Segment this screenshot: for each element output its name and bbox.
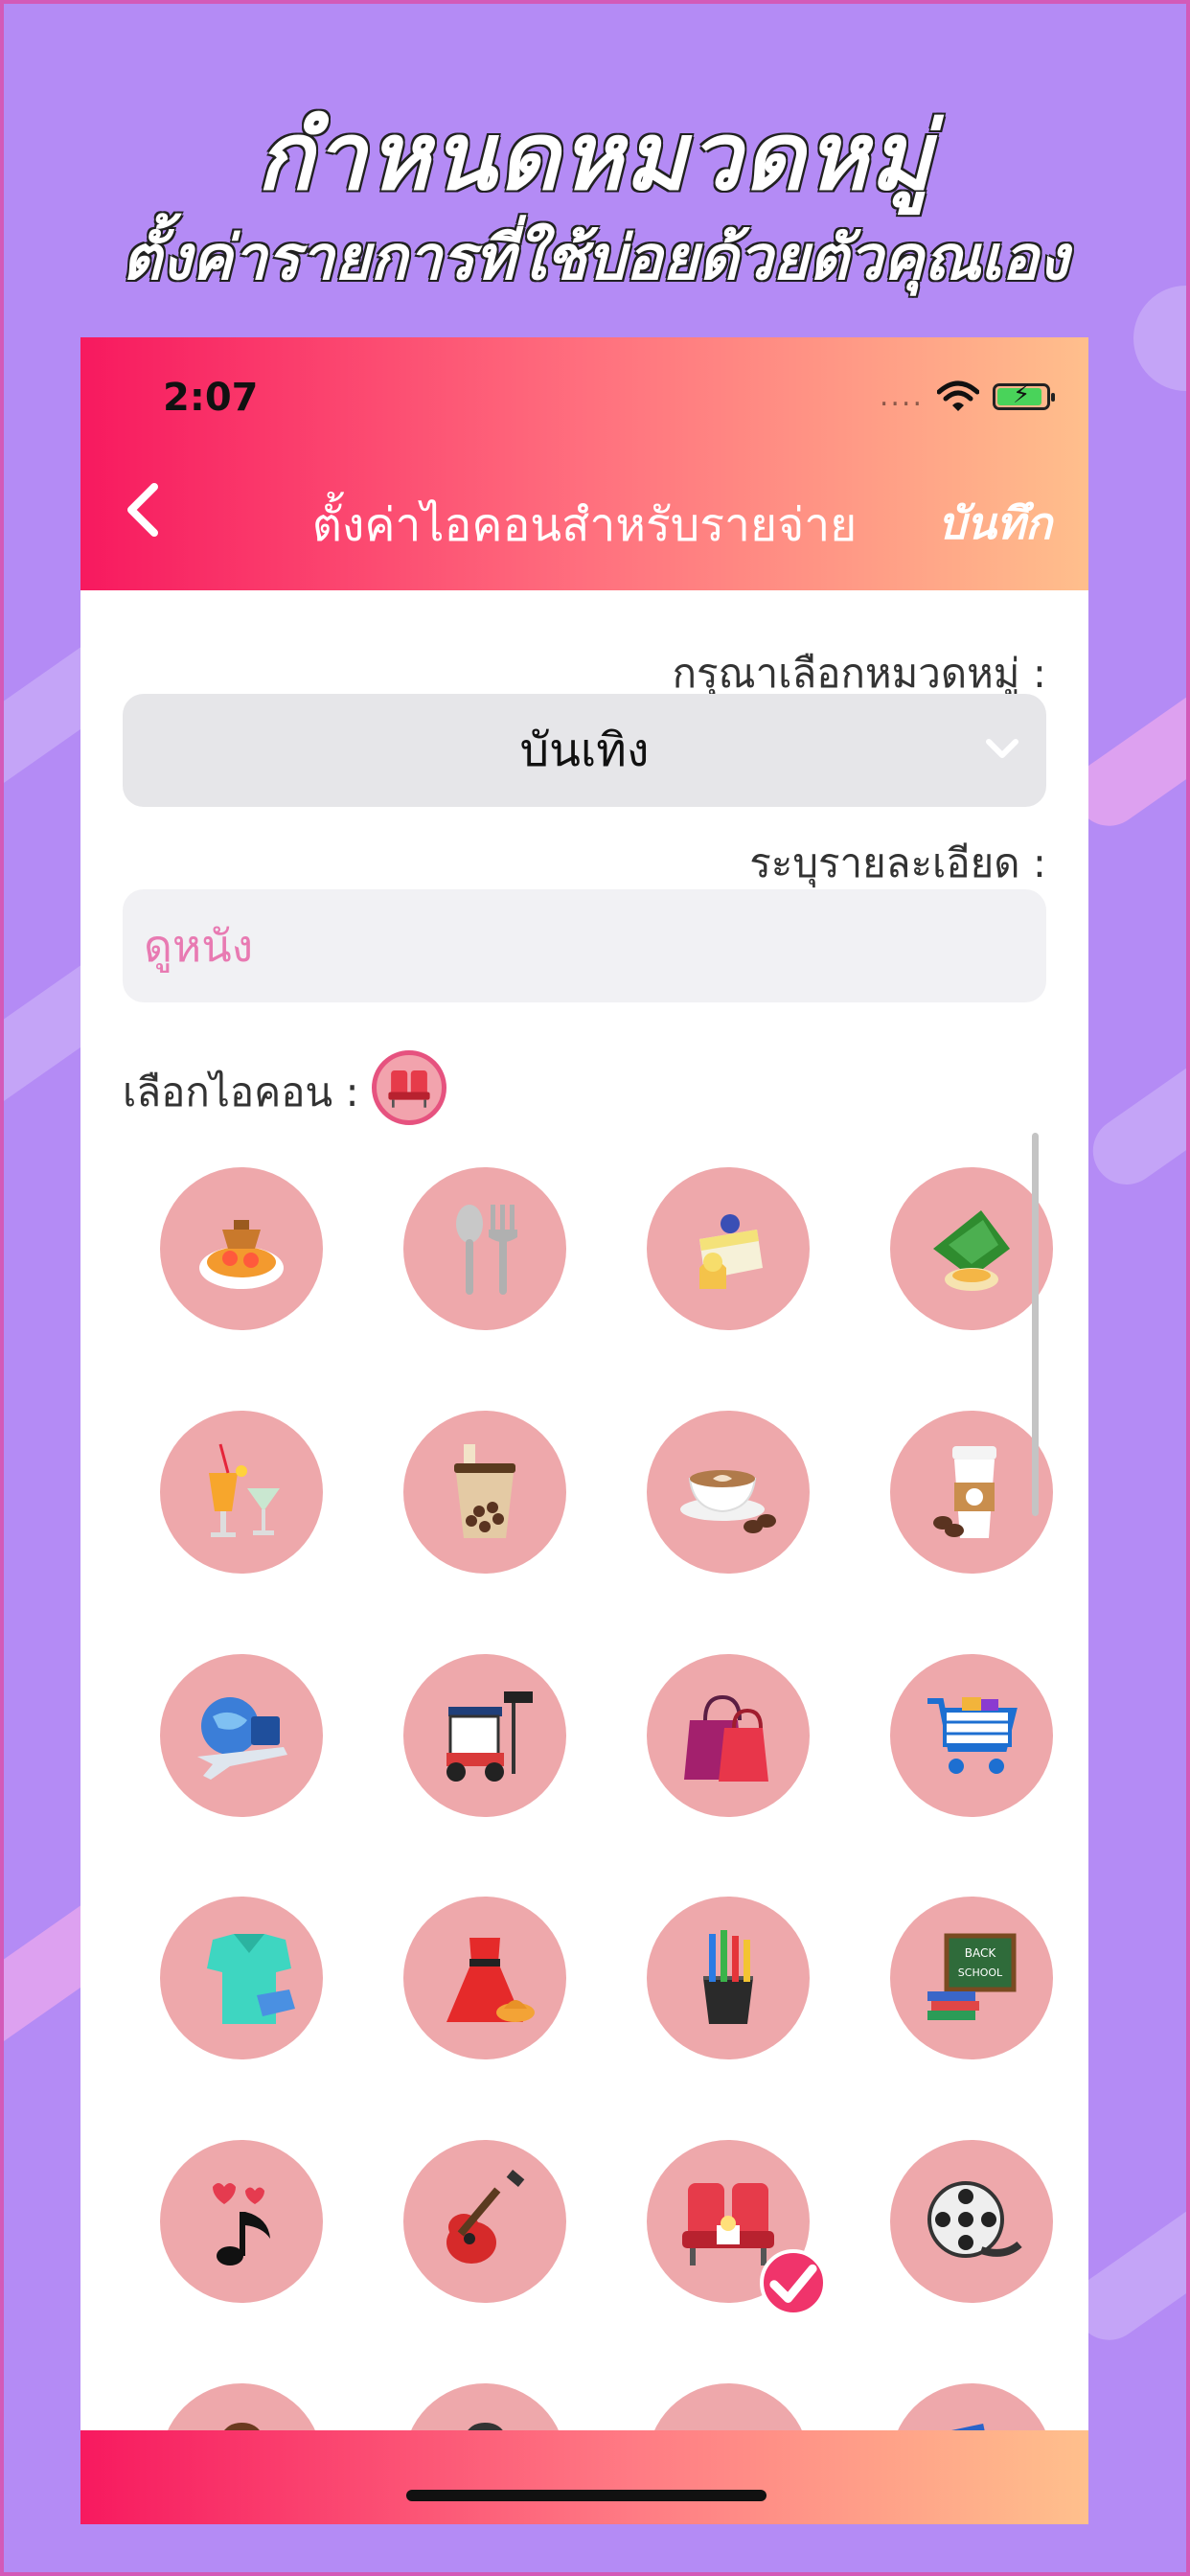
pencil-cup-icon	[703, 1930, 753, 2025]
phone-screen: 2:07 .... ⚡ ตั้งค่าไอคอนสำหรับรายจ่าย บั…	[80, 337, 1088, 2524]
icon-option[interactable]	[647, 1410, 810, 1574]
back-to-school-icon: BACK SCHOOL	[927, 1933, 1017, 2021]
icon-option[interactable]	[160, 1167, 324, 1330]
scrollbar[interactable]	[1032, 1133, 1039, 1516]
detail-input[interactable]: ดูหนัง	[123, 889, 1046, 1002]
checkmark-icon	[760, 2249, 827, 2317]
coffee-cup-icon	[932, 1445, 996, 1538]
latte-icon	[680, 1469, 776, 1533]
icon-option[interactable]	[889, 1167, 1053, 1330]
icon-option[interactable]	[403, 1653, 567, 1817]
category-select[interactable]: บันเทิง	[123, 694, 1046, 807]
selected-icon-preview	[372, 1050, 446, 1125]
thai-dessert-icon	[932, 1210, 1010, 1291]
bottom-bar	[80, 2430, 1088, 2524]
bg-stripe	[1080, 978, 1190, 1198]
icon-option[interactable]	[647, 1653, 810, 1817]
home-indicator[interactable]	[406, 2490, 767, 2501]
promo-subheadline: ตั้งค่ารายการที่ใช้บ่อยด้วยตัวคุณเอง	[121, 223, 1069, 294]
shirt-icon	[207, 1934, 296, 2025]
icon-option[interactable]	[160, 2140, 324, 2304]
status-time: 2:07	[163, 376, 259, 420]
icon-option[interactable]	[647, 1897, 810, 2060]
svg-text:BACK: BACK	[965, 1946, 997, 1960]
tuk-tuk-icon	[446, 1690, 534, 1782]
shopping-cart-icon	[927, 1696, 1018, 1774]
category-value: บันเทิง	[519, 724, 650, 777]
icon-option[interactable]	[889, 1410, 1053, 1574]
icon-option[interactable]	[160, 1653, 324, 1817]
film-reel-icon	[927, 2181, 1022, 2259]
icon-option[interactable]	[403, 1897, 567, 2060]
status-indicators: .... ⚡	[879, 380, 1055, 413]
icon-option[interactable]	[889, 1653, 1053, 1817]
icon-option[interactable]	[403, 1167, 567, 1330]
cake-icon	[699, 1214, 763, 1289]
dress-icon	[446, 1938, 536, 2023]
icon-option[interactable]: BACK SCHOOL	[889, 1897, 1053, 2060]
save-button[interactable]: บันทึก	[938, 489, 1052, 559]
thai-food-icon	[199, 1220, 285, 1289]
bubble-tea-icon	[454, 1443, 516, 1538]
icon-label: เลือกไอคอน :	[123, 1069, 359, 1116]
travel-icon	[197, 1696, 288, 1780]
shopping-bags-icon	[684, 1694, 768, 1782]
wifi-icon	[937, 380, 979, 411]
icon-option[interactable]	[647, 2140, 827, 2317]
cinema-seats-icon	[388, 1070, 430, 1108]
cocktail-icon	[209, 1443, 281, 1537]
icon-option[interactable]	[403, 1410, 567, 1574]
chevron-down-icon	[986, 739, 1018, 758]
spoon-fork-icon	[456, 1205, 518, 1295]
signal-dots-icon: ....	[879, 380, 924, 413]
guitar-icon	[446, 2170, 525, 2265]
battery-icon: ⚡	[993, 382, 1055, 410]
music-note-icon	[213, 2183, 271, 2266]
navigation-bar: 2:07 .... ⚡ ตั้งค่าไอคอนสำหรับรายจ่าย บั…	[80, 337, 1088, 590]
icon-option[interactable]	[403, 2140, 567, 2304]
icon-option[interactable]	[647, 1167, 810, 1330]
icon-option[interactable]	[889, 2140, 1053, 2304]
svg-text:SCHOOL: SCHOOL	[958, 1966, 1003, 1979]
icon-option[interactable]	[160, 1410, 324, 1574]
detail-label: ระบุรายละเอียด :	[749, 840, 1046, 886]
icon-option[interactable]	[160, 1897, 324, 2060]
